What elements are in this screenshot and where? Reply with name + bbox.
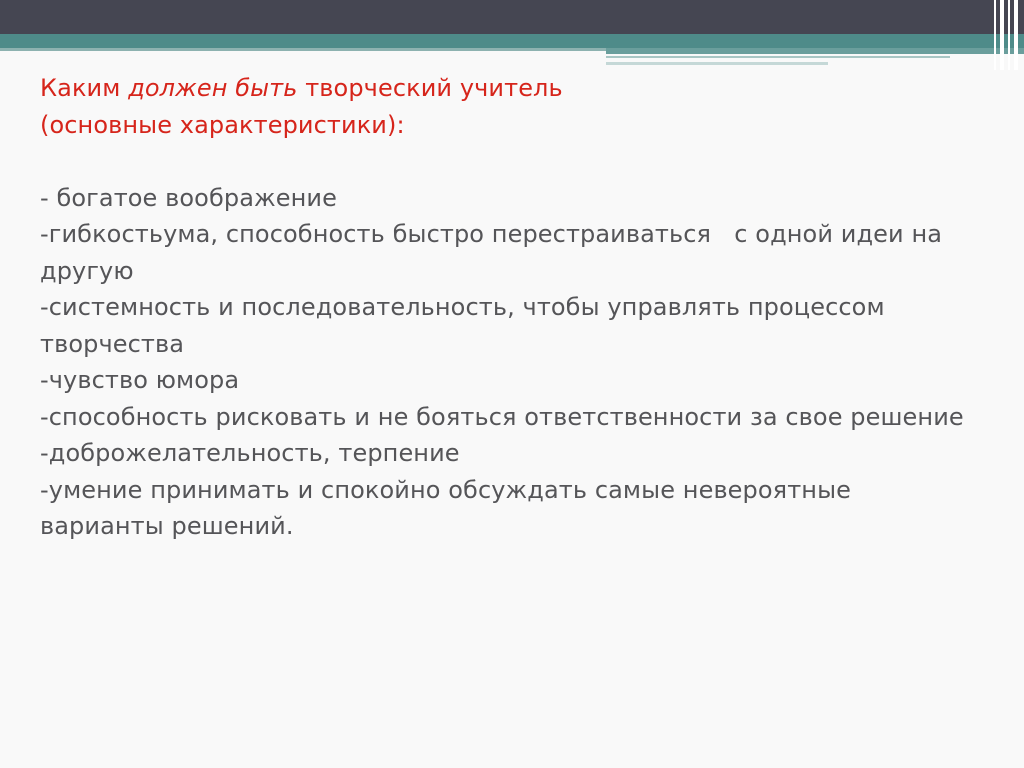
header-line-a <box>0 48 606 51</box>
title-line-1: Каким должен быть творческий учитель <box>40 70 980 107</box>
list-item: -чувство юмора <box>40 366 240 394</box>
list-item: -гибкостьума, способность быстро перестр… <box>40 220 950 285</box>
decor-stripe-3 <box>1008 0 1010 70</box>
characteristics-list: - богатое воображение -гибкостьума, спос… <box>40 180 980 545</box>
decor-stripe-2 <box>1000 0 1004 70</box>
list-item: -системность и последовательность, чтобы… <box>40 293 885 358</box>
title-part-2-italic: должен быть <box>128 74 298 102</box>
list-item: - богатое воображение <box>40 183 337 212</box>
decor-stripe-1 <box>994 0 996 70</box>
header-teal-band <box>0 34 1024 48</box>
title-part-3: творческий учитель <box>297 74 563 102</box>
list-item: -способность рисковать и не бояться отве… <box>40 402 964 431</box>
slide-title: Каким должен быть творческий учитель (ос… <box>40 70 980 143</box>
decor-stripe-4 <box>1014 0 1018 70</box>
title-part-1: Каким <box>40 74 129 102</box>
header-line-b <box>606 48 1024 54</box>
list-item: -умение принимать и спокойно обсуждать с… <box>40 475 851 541</box>
header-line-c <box>606 56 950 58</box>
header-line-d <box>606 62 828 65</box>
list-item: -доброжелательность, терпение <box>40 439 460 467</box>
header-dark-band <box>0 0 1024 34</box>
title-line-2: (основные характеристики): <box>40 110 405 139</box>
slide-content: Каким должен быть творческий учитель (ос… <box>40 70 980 545</box>
